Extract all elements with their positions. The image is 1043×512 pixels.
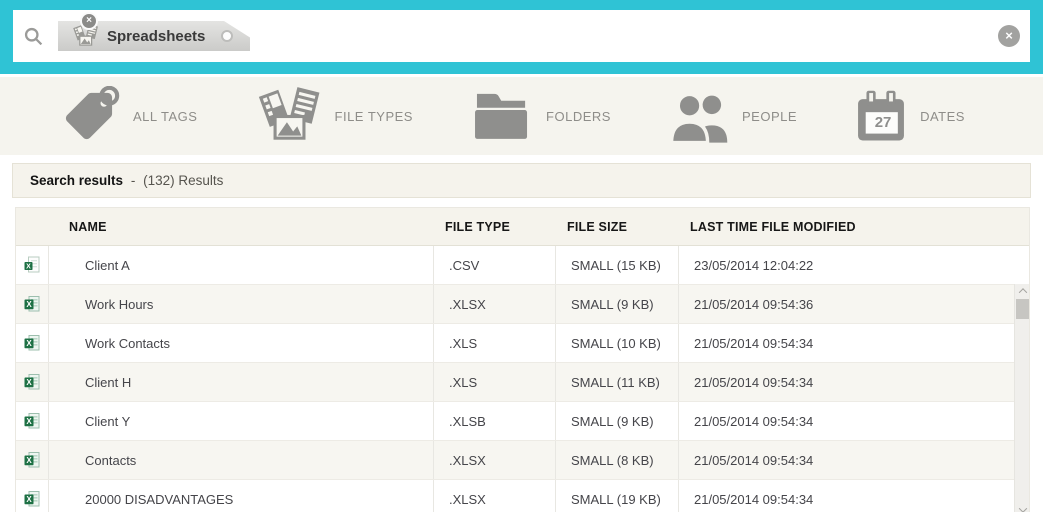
cell-file-type: .XLSX — [434, 480, 556, 512]
table-row[interactable]: Client H .XLS SMALL (11 KB) 21/05/2014 0… — [16, 363, 1029, 402]
cell-file-size: SMALL (19 KB) — [556, 480, 679, 512]
calendar-icon: 27 — [855, 90, 907, 142]
chevron-up-icon — [1018, 288, 1027, 297]
clear-search-button[interactable]: × — [998, 25, 1020, 47]
tag-icon — [58, 86, 120, 146]
table-row[interactable]: Client Y .XLSB SMALL (9 KB) 21/05/2014 0… — [16, 402, 1029, 441]
column-header-modified: LAST TIME FILE MODIFIED — [690, 219, 856, 234]
cell-file-size: SMALL (8 KB) — [556, 441, 679, 479]
results-bar: Search results - (132) Results — [12, 163, 1031, 198]
filter-file-types[interactable]: FILE TYPES — [256, 87, 413, 145]
cell-name: Client H — [49, 363, 434, 401]
results-table: NAME FILE TYPE FILE SIZE LAST TIME FILE … — [15, 207, 1030, 512]
table-row[interactable]: 20000 DISADVANTAGES .XLSX SMALL (19 KB) … — [16, 480, 1029, 512]
table-row[interactable]: Client A .CSV SMALL (15 KB) 23/05/2014 1… — [16, 246, 1029, 285]
excel-file-icon — [16, 441, 49, 479]
people-icon — [669, 89, 729, 143]
file-types-icon — [256, 87, 322, 145]
cell-file-type: .XLS — [434, 324, 556, 362]
cell-modified: 21/05/2014 09:54:34 — [694, 335, 814, 351]
cell-file-type: .XLS — [434, 363, 556, 401]
vertical-scrollbar[interactable] — [1014, 284, 1029, 512]
excel-file-icon — [16, 480, 49, 512]
cell-modified: 23/05/2014 12:04:22 — [694, 257, 814, 273]
results-separator: - — [130, 173, 136, 188]
chip-remove-button[interactable]: × — [80, 12, 98, 30]
search-bar-frame: Spreadsheets × × — [0, 0, 1043, 74]
results-count: (132) Results — [143, 173, 224, 188]
table-header: NAME FILE TYPE FILE SIZE LAST TIME FILE … — [16, 208, 1029, 246]
calendar-day: 27 — [874, 113, 892, 131]
search-icon — [24, 27, 43, 45]
cell-file-type: .CSV — [434, 246, 556, 284]
excel-file-icon — [16, 363, 49, 401]
results-title: Search results — [30, 173, 124, 188]
table-row[interactable]: Work Hours .XLSX SMALL (9 KB) 21/05/2014… — [16, 285, 1029, 324]
cell-file-size: SMALL (9 KB) — [556, 285, 679, 323]
cell-file-size: SMALL (9 KB) — [556, 402, 679, 440]
cell-name: Work Contacts — [49, 324, 434, 362]
chevron-down-icon — [1018, 504, 1027, 512]
cell-modified: 21/05/2014 09:54:36 — [694, 296, 814, 312]
filter-label: FILE TYPES — [334, 108, 413, 124]
cell-name: Client Y — [49, 402, 434, 440]
filter-row: ALL TAGS FILE TYPES FOLDERS PEOPLE 27 DA… — [0, 74, 1043, 155]
column-header-file-type: FILE TYPE — [445, 219, 511, 234]
table-row[interactable]: Work Contacts .XLS SMALL (10 KB) 21/05/2… — [16, 324, 1029, 363]
filter-label: DATES — [920, 108, 965, 124]
excel-file-icon — [16, 324, 49, 362]
cell-name: Contacts — [49, 441, 434, 479]
column-header-file-size: FILE SIZE — [567, 219, 628, 234]
cell-name: 20000 DISADVANTAGES — [49, 480, 434, 512]
filter-all-tags[interactable]: ALL TAGS — [58, 86, 197, 146]
filter-label: ALL TAGS — [133, 108, 198, 124]
table-row[interactable]: Contacts .XLSX SMALL (8 KB) 21/05/2014 0… — [16, 441, 1029, 480]
cell-file-size: SMALL (15 KB) — [556, 246, 679, 284]
cell-file-type: .XLSB — [434, 402, 556, 440]
table-body: Client A .CSV SMALL (15 KB) 23/05/2014 1… — [16, 246, 1029, 512]
scroll-up-button[interactable] — [1015, 284, 1030, 298]
column-header-name: NAME — [69, 219, 107, 234]
cell-modified: 21/05/2014 09:54:34 — [694, 452, 814, 468]
cell-name: Client A — [49, 246, 434, 284]
filter-label: FOLDERS — [546, 108, 611, 124]
excel-file-icon — [16, 402, 49, 440]
filter-dates[interactable]: 27 DATES — [855, 90, 965, 142]
cell-file-type: .XLSX — [434, 285, 556, 323]
search-page: Spreadsheets × × ALL TAGS FILE TYPES FOL… — [0, 0, 1043, 512]
filter-people[interactable]: PEOPLE — [669, 89, 797, 143]
folder-icon — [471, 90, 533, 142]
chip-hole — [221, 30, 233, 42]
chip-label: Spreadsheets — [107, 27, 206, 45]
csv-file-icon — [16, 246, 49, 284]
filter-label: PEOPLE — [741, 108, 798, 124]
filter-folders[interactable]: FOLDERS — [471, 90, 611, 142]
scroll-down-button[interactable] — [1015, 503, 1030, 512]
cell-modified: 21/05/2014 09:54:34 — [694, 413, 814, 429]
cell-name: Work Hours — [49, 285, 434, 323]
cell-file-size: SMALL (11 KB) — [556, 363, 679, 401]
cell-file-type: .XLSX — [434, 441, 556, 479]
search-input[interactable]: Spreadsheets × × — [13, 10, 1030, 62]
cell-modified: 21/05/2014 09:54:34 — [694, 491, 814, 507]
cell-file-size: SMALL (10 KB) — [556, 324, 679, 362]
cell-modified: 21/05/2014 09:54:34 — [694, 374, 814, 390]
scrollbar-thumb[interactable] — [1016, 299, 1029, 319]
excel-file-icon — [16, 285, 49, 323]
